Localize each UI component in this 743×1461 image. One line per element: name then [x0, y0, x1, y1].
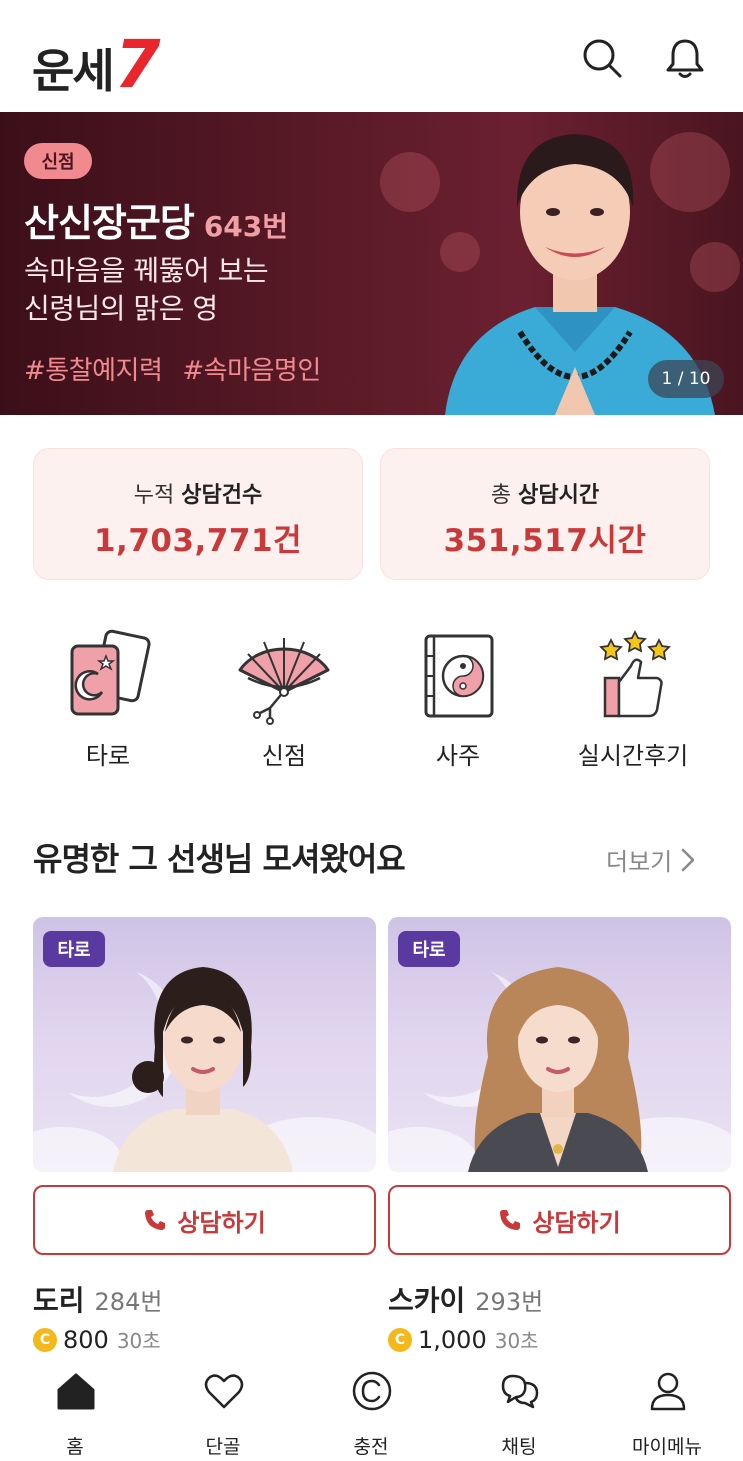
phone-icon [500, 1210, 521, 1230]
banner-description: 속마음을 꿰뚫어 보는 신령님의 맑은 영 [24, 252, 269, 328]
stat-value: 351,517시간 [443, 523, 647, 559]
person-icon [650, 1372, 686, 1411]
banner-number-text: 643번 [203, 210, 289, 243]
stat-label-bold: 상담건수 [181, 483, 263, 508]
consult-button-label: 상담하기 [177, 1208, 266, 1237]
app-logo[interactable]: 운세 7 [32, 24, 161, 103]
counselor-portrait [113, 967, 293, 1172]
thumbs-up-stars-icon [599, 629, 671, 718]
consult-button[interactable]: 상담하기 [388, 1185, 731, 1255]
stat-label-bold: 상담시간 [518, 483, 600, 508]
stat-label: 누적 상담건수 [34, 477, 362, 509]
nav-chat[interactable]: 채팅 [459, 1368, 579, 1458]
category-shinjeom[interactable]: 신점 [209, 618, 359, 770]
home-icon [57, 1373, 95, 1410]
heart-icon [204, 1374, 244, 1409]
consult-button-label: 상담하기 [532, 1208, 621, 1237]
counselor-name: 도리 284번 [33, 1279, 162, 1319]
banner-desc-line1: 속마음을 꿰뚫어 보는 [24, 254, 269, 287]
consult-button[interactable]: 상담하기 [33, 1185, 376, 1255]
stat-total-consultations: 누적 상담건수 1,703,771건 [33, 448, 363, 580]
nav-charge[interactable]: 충전 [311, 1368, 431, 1458]
counselor-number-text: 284번 [94, 1288, 163, 1316]
see-more-label: 더보기 [606, 848, 673, 876]
banner-tags: #통찰예지력 #속마음명인 [24, 350, 321, 387]
copyright-coin-icon [352, 1371, 392, 1411]
nav-label: 마이메뉴 [632, 1436, 702, 1458]
card-category-tag: 타로 [43, 931, 105, 967]
counselor-name-text: 스카이 [388, 1284, 466, 1317]
category-label: 사주 [435, 742, 481, 770]
app-header: 운세 7 [0, 0, 743, 112]
stat-label-prefix: 총 [490, 483, 512, 508]
section-title: 유명한 그 선생님 모셔왔어요 [33, 840, 406, 878]
see-more-link[interactable]: 더보기 [606, 842, 696, 877]
counselor-card[interactable]: 타로 상담하기 스카이 293번 C 1,000 30초 [388, 917, 731, 1354]
tarot-cards-icon [70, 629, 151, 716]
search-icon[interactable] [580, 36, 624, 80]
category-label: 신점 [261, 742, 307, 770]
nav-label: 단골 [205, 1436, 241, 1458]
counselor-price: C 800 30초 [33, 1325, 161, 1354]
banner-desc-line2: 신령님의 맑은 영 [24, 292, 218, 325]
counselor-name-text: 도리 [33, 1284, 85, 1317]
category-tarot[interactable]: 타로 [33, 618, 183, 770]
banner-tag: #속마음명인 [182, 356, 321, 386]
phone-icon [145, 1210, 166, 1230]
stat-label-prefix: 누적 [133, 483, 175, 508]
banner-counselor-name: 산신장군당 643번 [24, 192, 288, 247]
nav-my-menu[interactable]: 마이메뉴 [607, 1368, 727, 1458]
nav-home[interactable]: 홈 [15, 1368, 135, 1458]
category-live-reviews[interactable]: 실시간후기 [558, 618, 708, 770]
counselor-name: 스카이 293번 [388, 1279, 543, 1319]
price-value: 800 [63, 1325, 109, 1354]
stat-label: 총 상담시간 [381, 477, 709, 509]
counselor-photo[interactable]: 타로 [388, 917, 731, 1172]
card-category-tag: 타로 [398, 931, 460, 967]
stat-total-hours: 총 상담시간 351,517시간 [380, 448, 710, 580]
bottom-navigation: 홈 단골 충전 채팅 마이메뉴 [0, 1358, 743, 1461]
counselor-price: C 1,000 30초 [388, 1325, 539, 1354]
banner-category-badge: 신점 [24, 143, 92, 179]
logo-text: 운세 [32, 44, 115, 98]
banner-page-indicator: 1 / 10 [648, 360, 724, 398]
nav-favorites[interactable]: 단골 [163, 1368, 283, 1458]
coin-icon: C [388, 1327, 412, 1352]
counselor-photo[interactable]: 타로 [33, 917, 376, 1172]
nav-label: 채팅 [501, 1436, 537, 1458]
counselor-card[interactable]: 타로 상담하기 도리 284번 C 800 30초 [33, 917, 376, 1354]
banner-tag: #통찰예지력 [24, 356, 163, 386]
coin-icon: C [33, 1327, 57, 1352]
price-value: 1,000 [418, 1325, 487, 1354]
chevron-right-icon [682, 848, 695, 871]
hero-banner[interactable]: 신점 산신장군당 643번 속마음을 꿰뚫어 보는 신령님의 맑은 영 #통찰예… [0, 112, 743, 415]
yin-yang-book-icon [424, 634, 494, 718]
banner-name-text: 산신장군당 [24, 201, 195, 245]
chat-bubbles-icon [501, 1374, 539, 1409]
nav-label: 충전 [353, 1436, 389, 1458]
counselor-portrait [468, 967, 648, 1172]
price-unit-time: 30초 [494, 1329, 539, 1353]
price-unit-time: 30초 [116, 1329, 161, 1353]
nav-label: 홈 [66, 1436, 84, 1458]
stat-value: 1,703,771건 [93, 523, 303, 559]
category-label: 타로 [85, 742, 131, 770]
logo-number: 7 [114, 25, 161, 103]
category-label: 실시간후기 [577, 742, 689, 770]
counselor-number-text: 293번 [475, 1288, 544, 1316]
fan-icon [238, 638, 330, 725]
category-saju[interactable]: 사주 [383, 618, 533, 770]
bell-icon[interactable] [663, 36, 707, 80]
